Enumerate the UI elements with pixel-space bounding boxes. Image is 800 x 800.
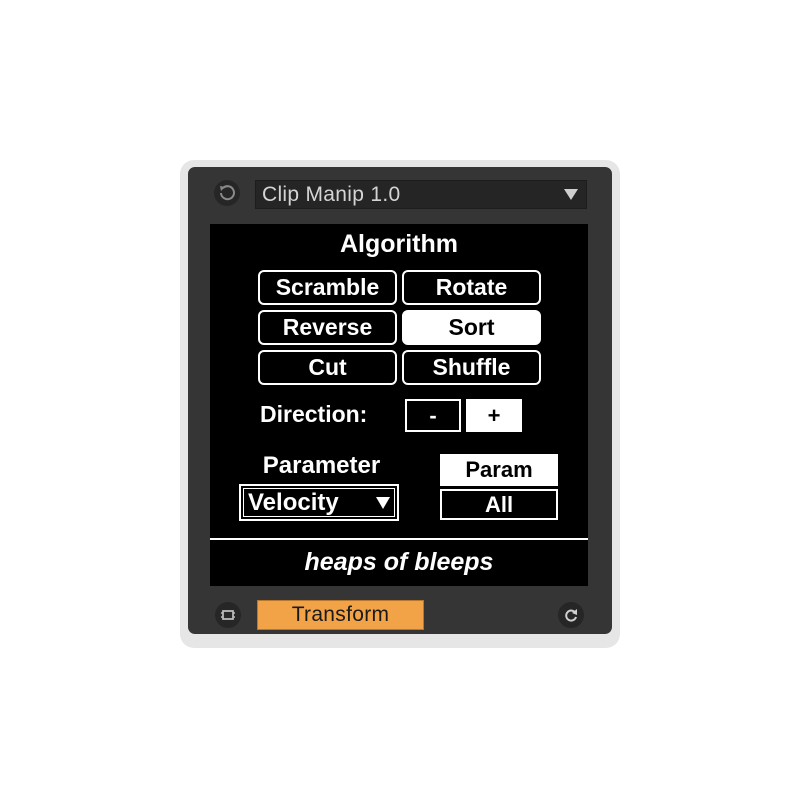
- direction-label: Direction:: [260, 401, 368, 427]
- triangle-down-icon: [564, 189, 578, 200]
- refresh-icon[interactable]: [558, 602, 584, 628]
- all-scope-button[interactable]: All: [440, 489, 558, 520]
- parameter-heading: Parameter: [262, 452, 381, 479]
- shuffle-button[interactable]: Shuffle: [402, 350, 541, 385]
- reverse-button[interactable]: Reverse: [258, 310, 397, 345]
- transform-button[interactable]: Transform: [257, 600, 424, 630]
- rotate-button[interactable]: Rotate: [402, 270, 541, 305]
- reset-circle-icon[interactable]: [214, 180, 240, 206]
- algorithm-heading: Algorithm: [339, 230, 459, 258]
- tagline: heaps of bleeps: [304, 548, 494, 576]
- clip-icon[interactable]: [215, 602, 241, 628]
- scramble-button[interactable]: Scramble: [258, 270, 397, 305]
- cut-button[interactable]: Cut: [258, 350, 397, 385]
- parameter-dropdown[interactable]: Velocity: [239, 484, 399, 521]
- triangle-down-icon: [376, 497, 390, 509]
- param-scope-button[interactable]: Param: [440, 454, 558, 486]
- direction-plus-button[interactable]: +: [466, 399, 522, 432]
- divider-line: [210, 538, 588, 540]
- parameter-value: Velocity: [248, 488, 339, 516]
- direction-minus-button[interactable]: -: [405, 399, 461, 432]
- preset-dropdown[interactable]: Clip Manip 1.0: [255, 180, 587, 209]
- preset-name: Clip Manip 1.0: [262, 182, 401, 206]
- sort-button[interactable]: Sort: [402, 310, 541, 345]
